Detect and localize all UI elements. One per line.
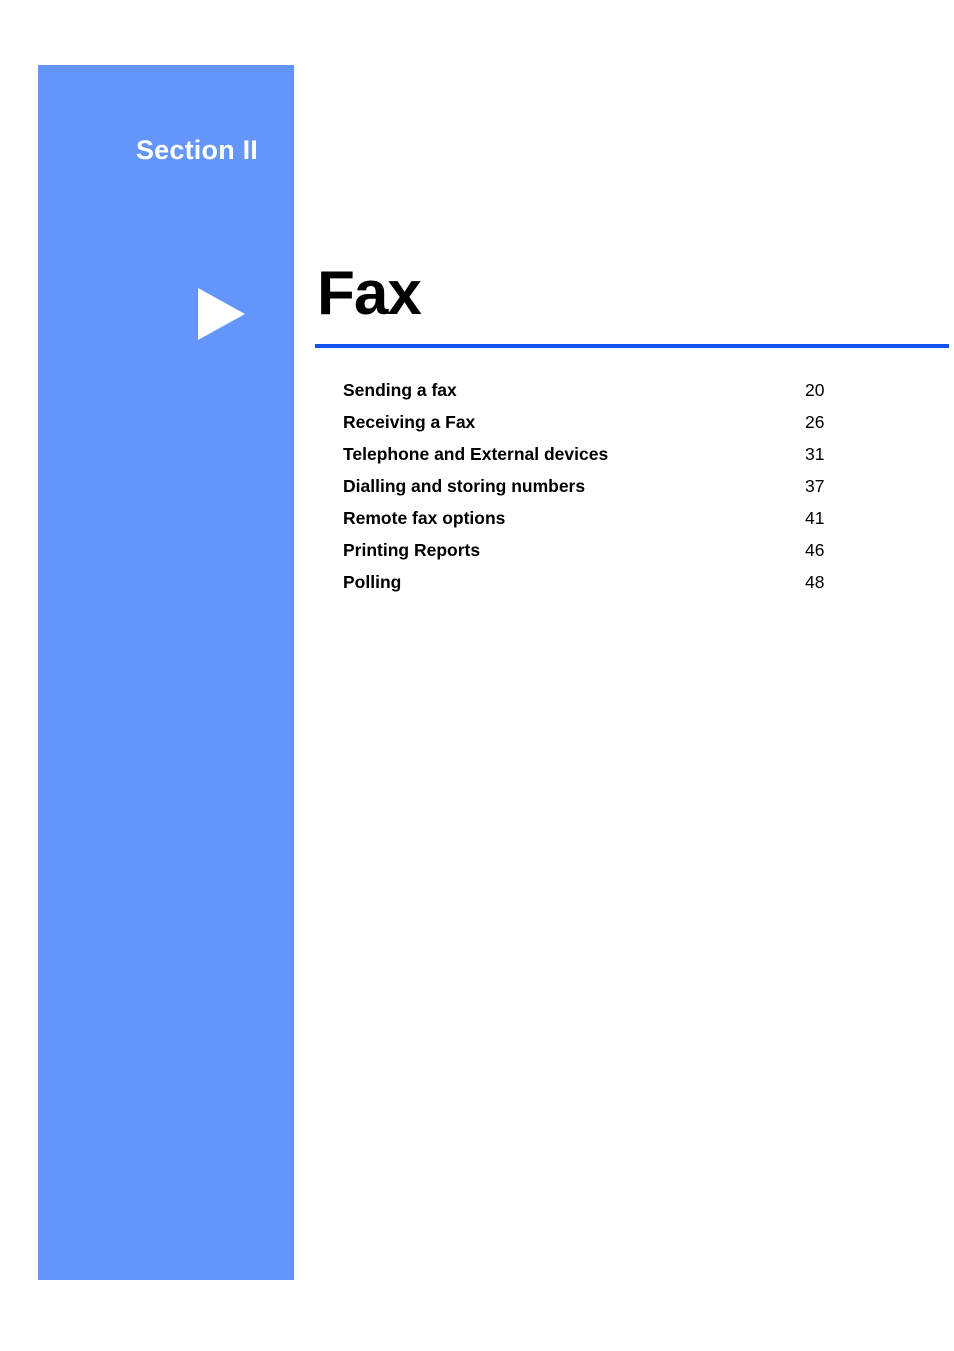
toc-entry[interactable]: Polling 48 bbox=[343, 572, 949, 604]
toc-entry-page: 31 bbox=[805, 443, 825, 464]
toc-entry[interactable]: Receiving a Fax 26 bbox=[343, 412, 949, 444]
table-of-contents: Sending a fax 20 Receiving a Fax 26 Tele… bbox=[315, 380, 949, 604]
section-label: Section II bbox=[135, 135, 258, 165]
toc-entry[interactable]: Dialling and storing numbers 37 bbox=[343, 476, 949, 508]
toc-entry-title: Sending a fax bbox=[343, 379, 457, 400]
toc-entry-page: 26 bbox=[805, 411, 825, 432]
toc-entry-page: 46 bbox=[805, 539, 825, 560]
content-column: Fax Sending a fax 20 Receiving a Fax 26 … bbox=[315, 259, 949, 604]
toc-entry[interactable]: Sending a fax 20 bbox=[343, 380, 949, 412]
toc-entry-title: Dialling and storing numbers bbox=[343, 475, 586, 496]
toc-entry-title: Printing Reports bbox=[343, 539, 481, 560]
toc-entry-title: Polling bbox=[343, 571, 402, 592]
page-title: Fax bbox=[317, 259, 422, 328]
toc-entry-page: 37 bbox=[805, 475, 825, 496]
triangle-right-icon bbox=[198, 288, 245, 340]
toc-entry-page: 48 bbox=[805, 571, 825, 592]
toc-entry-page: 41 bbox=[805, 507, 825, 528]
toc-entry[interactable]: Printing Reports 46 bbox=[343, 540, 949, 572]
toc-entry-title: Telephone and External devices bbox=[343, 443, 609, 464]
toc-entry[interactable]: Telephone and External devices 31 bbox=[343, 444, 949, 476]
section-band: Section II bbox=[38, 65, 294, 1280]
toc-entry-title: Receiving a Fax bbox=[343, 411, 476, 432]
title-rule bbox=[315, 343, 949, 348]
toc-entry-title: Remote fax options bbox=[343, 507, 506, 528]
toc-entry-page: 20 bbox=[805, 379, 825, 400]
toc-entry[interactable]: Remote fax options 41 bbox=[343, 508, 949, 540]
